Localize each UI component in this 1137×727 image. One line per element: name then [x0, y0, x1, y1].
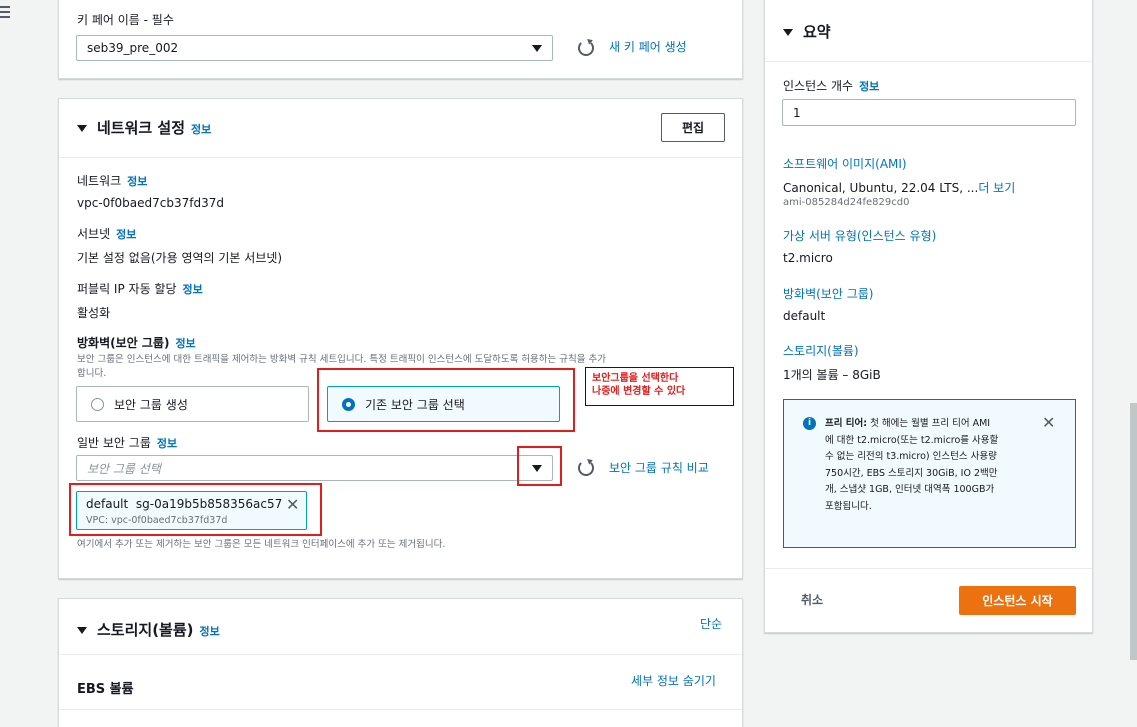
- network-label: 네트워크: [77, 174, 122, 188]
- keypair-value: seb39_pre_002: [87, 41, 179, 55]
- subnet-label-row: 서브넷 정보: [77, 225, 136, 242]
- storage-panel: 스토리지(볼륨) 정보 단순 EBS 볼륨 세부 정보 숨기기: [58, 598, 743, 727]
- common-sg-label: 일반 보안 그룹: [77, 436, 151, 450]
- radio-create-sg[interactable]: 보안 그룹 생성: [76, 386, 309, 422]
- divider: [59, 654, 742, 655]
- free-tier-bold: 프리 티어:: [825, 418, 868, 429]
- public-ip-label: 퍼블릭 IP 자동 할당: [77, 282, 177, 296]
- instance-type-label[interactable]: 가상 서버 유형(인스턴스 유형): [783, 227, 936, 244]
- divider: [59, 709, 742, 710]
- info-link[interactable]: 정보: [859, 80, 879, 93]
- hamburger-menu-icon[interactable]: [0, 6, 10, 18]
- highlight-dropdown-box: [517, 446, 562, 486]
- collapse-triangle-icon: [77, 125, 87, 132]
- highlight-token-box: [69, 483, 322, 536]
- scrollbar-thumb[interactable]: [1130, 403, 1137, 660]
- storage-section-header[interactable]: 스토리지(볼륨) 정보: [77, 619, 220, 640]
- annotation-note: 보안그룹을 선택한다 나중에 변경할 수 있다: [585, 367, 734, 406]
- radio-unchecked-icon: [91, 397, 104, 411]
- ami-value-row: Canonical, Ubuntu, 22.04 LTS, ...더 보기: [783, 179, 1015, 196]
- instance-count-input[interactable]: 1: [782, 99, 1076, 126]
- info-link[interactable]: 정보: [175, 337, 195, 350]
- info-link[interactable]: 정보: [200, 625, 220, 638]
- network-value: vpc-0f0baed7cb37fd37d: [77, 196, 224, 210]
- ebs-volumes-label: EBS 볼륨: [77, 682, 134, 697]
- ami-more-link[interactable]: 더 보기: [978, 181, 1015, 195]
- create-keypair-link[interactable]: 새 키 페어 생성: [609, 38, 687, 55]
- divider: [59, 157, 742, 158]
- info-link[interactable]: 정보: [191, 123, 211, 136]
- firewall-summary-value: default: [783, 309, 826, 323]
- firewall-desc-line: 보안 그룹은 인스턴스에 대한 트래픽을 제어하는 방화벽 규칙 세트입니다. …: [77, 354, 607, 365]
- divider: [765, 61, 1092, 62]
- network-section-header[interactable]: 네트워크 설정 정보: [77, 117, 211, 138]
- free-tier-line: 포함됩니다.: [825, 500, 872, 512]
- info-link[interactable]: 정보: [157, 437, 177, 450]
- storage-title: 스토리지(볼륨): [97, 621, 194, 639]
- info-link[interactable]: 정보: [127, 175, 147, 188]
- public-ip-label-row: 퍼블릭 IP 자동 할당 정보: [77, 280, 203, 297]
- network-label-row: 네트워크 정보: [77, 172, 147, 189]
- info-circle-icon: i: [803, 417, 816, 430]
- security-group-placeholder: 보안 그룹 선택: [87, 461, 161, 476]
- refresh-icon[interactable]: [578, 460, 594, 476]
- network-title: 네트워크 설정: [97, 119, 186, 137]
- instance-count-label-row: 인스턴스 개수 정보: [783, 77, 879, 94]
- free-tier-text: 프리 티어: 첫 해에는 월별 프리 티어 AMI 에 대한 t2.micro(…: [825, 416, 1040, 515]
- highlight-radio-box: [317, 368, 575, 432]
- free-tier-line: 에 대한 t2.micro(또는 t2.micro를 사용할: [825, 434, 999, 446]
- keypair-label: 키 페어 이름 - 필수: [77, 13, 174, 27]
- firewall-summary-label[interactable]: 방화벽(보안 그룹): [783, 285, 873, 302]
- annotation-line: 보안그룹을 선택한다: [592, 373, 679, 384]
- sg-footer-note: 여기에서 추가 또는 제거하는 보안 그룹은 모든 네트워크 인터페이스에 추가…: [77, 539, 446, 550]
- annotation-line: 나중에 변경할 수 있다: [592, 386, 686, 397]
- common-sg-label-row: 일반 보안 그룹 정보: [77, 434, 177, 451]
- security-group-select[interactable]: 보안 그룹 선택: [76, 455, 553, 481]
- close-icon[interactable]: ✕: [1042, 415, 1055, 431]
- summary-panel: 요약 인스턴스 개수 정보 1 소프트웨어 이미지(AMI) Canonical,…: [764, 0, 1093, 633]
- info-link[interactable]: 정보: [183, 283, 203, 296]
- edit-button[interactable]: 편집: [661, 113, 725, 142]
- summary-title: 요약: [803, 23, 831, 41]
- launch-instance-button[interactable]: 인스턴스 시작: [959, 586, 1076, 615]
- public-ip-value: 활성화: [77, 306, 111, 320]
- ami-id: ami-085284d24fe829cd0: [783, 197, 910, 208]
- free-tier-line: 수 없는 리전의 t3.micro) 인스턴스 사용량: [825, 451, 997, 462]
- simple-view-link[interactable]: 단순: [700, 615, 722, 632]
- hide-details-link[interactable]: 세부 정보 숨기기: [631, 672, 716, 689]
- firewall-label-row: 방화벽(보안 그룹) 정보: [77, 334, 196, 351]
- info-link[interactable]: 정보: [116, 228, 136, 241]
- storage-summary-value: 1개의 볼륨 – 8GiB: [783, 368, 881, 382]
- instance-count-value: 1: [793, 105, 801, 120]
- free-tier-alert: i 프리 티어: 첫 해에는 월별 프리 티어 AMI 에 대한 t2.micr…: [783, 399, 1076, 548]
- keypair-select[interactable]: seb39_pre_002: [76, 35, 553, 61]
- ami-value: Canonical, Ubuntu, 22.04 LTS, ...: [783, 181, 979, 195]
- scrollbar-track[interactable]: [1130, 0, 1137, 727]
- radio-create-label: 보안 그룹 생성: [114, 397, 188, 412]
- instance-count-label: 인스턴스 개수: [783, 79, 854, 93]
- free-tier-line: 개, 스냅샷 1GB, 인터넷 대역폭 100GB가: [825, 484, 995, 495]
- divider: [765, 568, 1092, 569]
- refresh-icon[interactable]: [578, 40, 594, 56]
- instance-type-value: t2.micro: [783, 251, 833, 265]
- firewall-label: 방화벽(보안 그룹): [77, 336, 170, 350]
- storage-summary-label[interactable]: 스토리지(볼륨): [783, 342, 859, 359]
- compare-sg-rules-link[interactable]: 보안 그룹 규칙 비교: [609, 459, 709, 476]
- cancel-button[interactable]: 취소: [801, 591, 823, 608]
- free-tier-line: 750시간, EBS 스토리지 30GiB, IO 2백만: [825, 467, 998, 479]
- subnet-value: 기본 설정 없음(가용 영역의 기본 서브넷): [77, 251, 283, 265]
- chevron-down-icon: [532, 45, 542, 52]
- summary-header[interactable]: 요약: [783, 21, 831, 42]
- subnet-label: 서브넷: [77, 227, 111, 241]
- free-tier-line: 첫 해에는 월별 프리 티어 AMI: [870, 418, 991, 429]
- collapse-triangle-icon: [77, 627, 87, 634]
- ami-label[interactable]: 소프트웨어 이미지(AMI): [783, 155, 907, 172]
- collapse-triangle-icon: [783, 29, 793, 36]
- keypair-panel: 키 페어 이름 - 필수 seb39_pre_002 새 키 페어 생성: [58, 0, 743, 79]
